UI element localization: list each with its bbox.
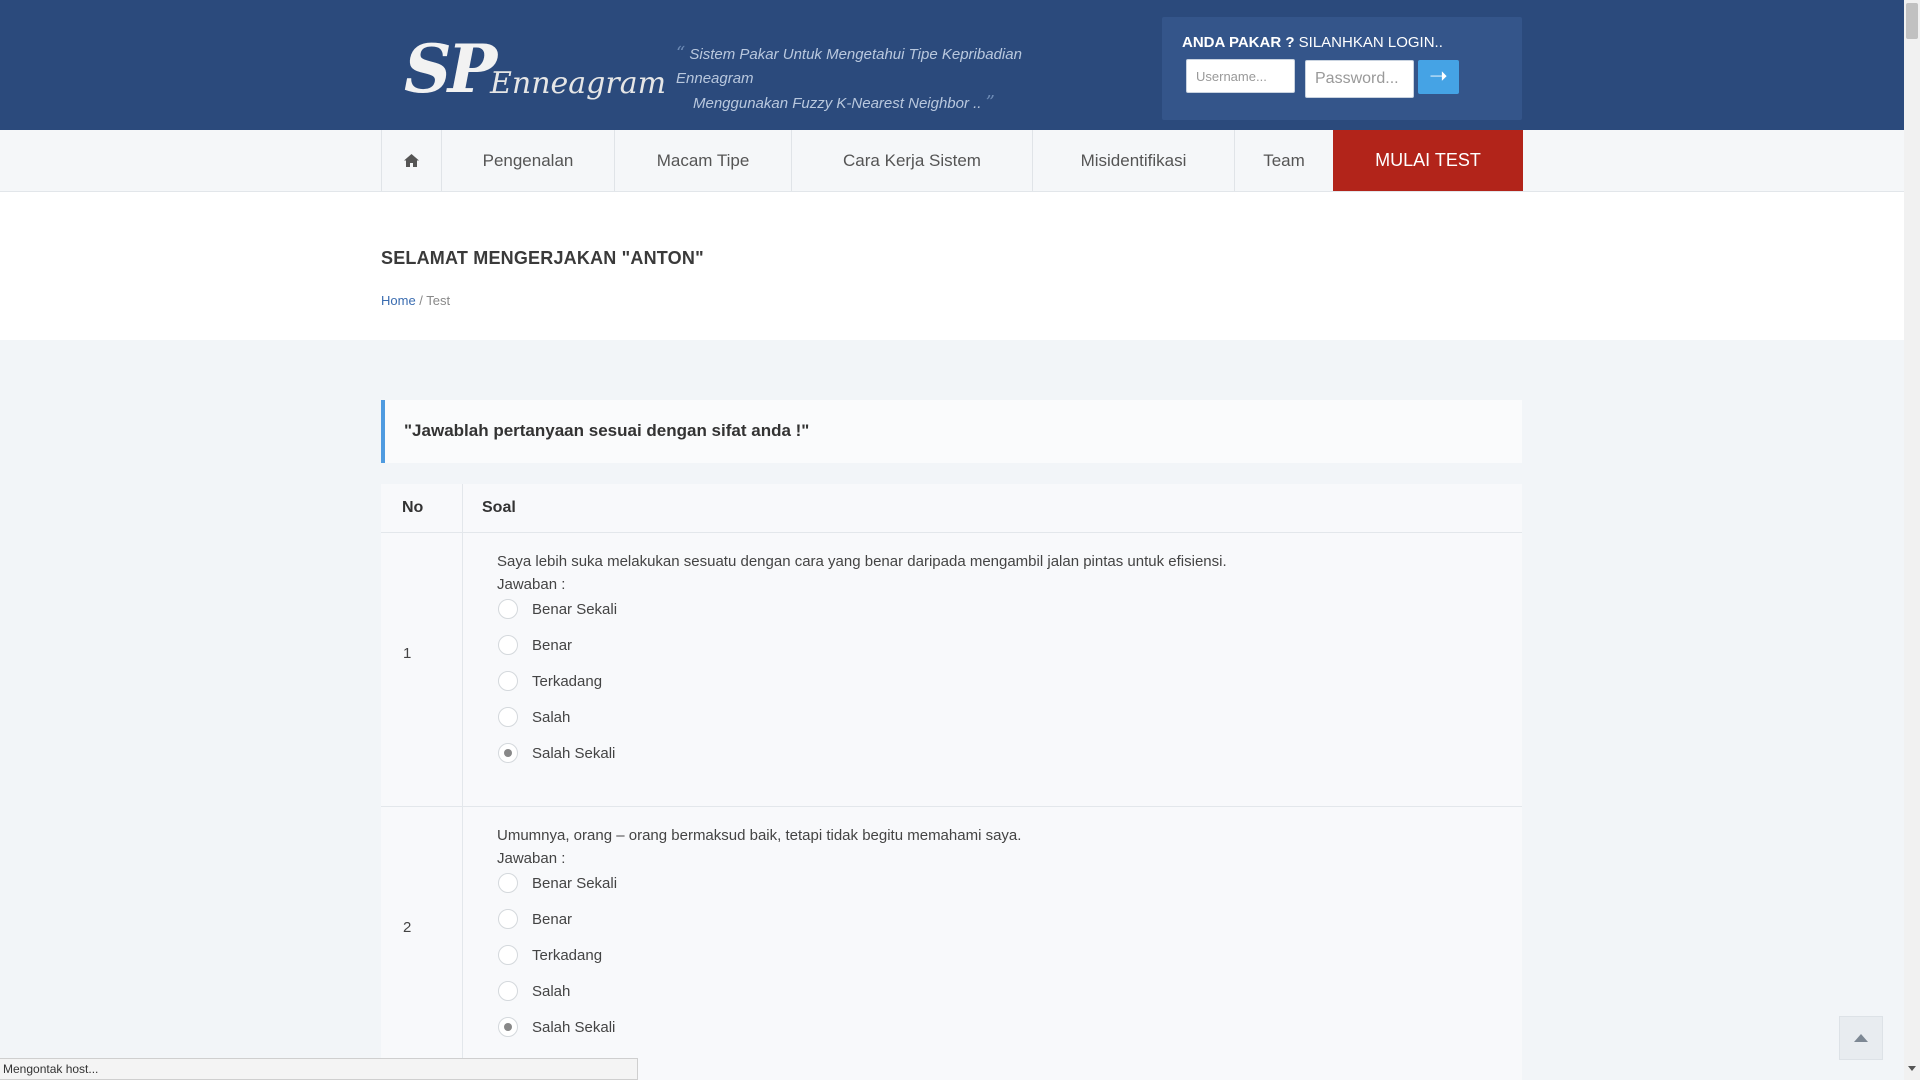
quote-open-icon: “ [676,43,686,64]
radio-button-selected[interactable] [498,1017,518,1037]
answer-label: Jawaban : [497,850,566,867]
username-input[interactable]: Username... [1186,59,1295,93]
nav-home[interactable] [381,130,441,191]
main-nav: Pengenalan Macam Tipe Cara Kerja Sistem … [381,130,1523,191]
instruction-notice: "Jawablah pertanyaan sesuai dengan sifat… [381,400,1522,463]
scrollbar-thumb[interactable] [1906,3,1918,39]
site-tagline: “ Sistem Pakar Untuk Mengetahui Tipe Kep… [676,42,1096,116]
page-scrollbar[interactable] [1904,0,1920,1080]
instruction-text: "Jawablah pertanyaan sesuai dengan sifat… [404,421,810,440]
answer-option[interactable]: Benar [498,633,572,657]
question-number: 2 [403,919,412,936]
question-text: Saya lebih suka melakukan sesuatu dengan… [497,553,1227,570]
breadcrumb-separator: / [415,293,427,308]
nav-team[interactable]: Team [1234,130,1333,191]
arrow-right-icon: ➝ [1429,63,1448,88]
question-table: No Soal 1 Saya lebih suka melakukan sesu… [381,484,1522,1080]
logo-text-sub: Enneagram [490,66,667,101]
page-title-section: SELAMAT MENGERJAKAN "ANTON" Home / Test [0,192,1904,340]
site-logo[interactable]: SP Enneagram [404,30,666,110]
radio-button[interactable] [498,599,518,619]
login-title: ANDA PAKAR ? SILANHKAN LOGIN.. [1182,34,1443,51]
home-icon [404,154,419,167]
answer-option[interactable]: Salah [498,705,570,729]
radio-button[interactable] [498,707,518,727]
expert-login-panel: ANDA PAKAR ? SILANHKAN LOGIN.. Username.… [1162,17,1522,120]
answer-option[interactable]: Benar [498,907,572,931]
breadcrumb-current: Test [426,293,451,308]
question-number: 1 [403,645,412,662]
answer-option[interactable]: Salah Sekali [498,741,615,765]
browser-status-bar: Mengontak host... [0,1058,638,1080]
tagline-line-1: Sistem Pakar Untuk Mengetahui Tipe Kepri… [676,46,1022,87]
answer-option[interactable]: Salah [498,979,570,1003]
table-header: No Soal [381,484,1522,533]
radio-button[interactable] [498,635,518,655]
radio-button[interactable] [498,945,518,965]
password-input[interactable]: Password... [1305,60,1414,98]
radio-button[interactable] [498,981,518,1001]
answer-option[interactable]: Salah Sekali [498,1015,615,1039]
scroll-down-arrow-icon[interactable] [1908,1066,1916,1071]
site-header: SP Enneagram “ Sistem Pakar Untuk Menget… [0,0,1904,130]
radio-button[interactable] [498,873,518,893]
page-title: SELAMAT MENGERJAKAN "ANTON" [381,248,704,268]
answer-option[interactable]: Benar Sekali [498,597,617,621]
table-row: 1 Saya lebih suka melakukan sesuatu deng… [381,533,1522,790]
breadcrumb-home-link[interactable]: Home [381,293,416,308]
logo-text-main: SP [404,30,497,108]
nav-macam-tipe[interactable]: Macam Tipe [614,130,791,191]
radio-button[interactable] [498,909,518,929]
radio-button-selected[interactable] [498,743,518,763]
answer-label: Jawaban : [497,576,566,593]
answer-option[interactable]: Terkadang [498,669,602,693]
nav-misidentifikasi[interactable]: Misidentifikasi [1032,130,1234,191]
breadcrumb: Home / Test [381,293,450,308]
table-row: 2 Umumnya, orang – orang bermaksud baik,… [381,807,1522,1080]
main-nav-bar: Pengenalan Macam Tipe Cara Kerja Sistem … [0,130,1904,192]
tagline-line-2: Menggunakan Fuzzy K-Nearest Neighbor .. [693,95,982,112]
answer-option[interactable]: Benar Sekali [498,871,617,895]
login-submit-button[interactable]: ➝ [1418,60,1459,94]
answer-option[interactable]: Terkadang [498,943,602,967]
nav-pengenalan[interactable]: Pengenalan [441,130,614,191]
radio-button[interactable] [498,671,518,691]
column-header-soal: Soal [482,499,516,516]
quote-close-icon: ” [985,92,995,113]
nav-cara-kerja-sistem[interactable]: Cara Kerja Sistem [791,130,1032,191]
column-header-no: No [402,499,424,516]
nav-mulai-test[interactable]: MULAI TEST [1333,130,1523,191]
scroll-to-top-button[interactable] [1839,1016,1883,1060]
question-text: Umumnya, orang – orang bermaksud baik, t… [497,827,1022,844]
